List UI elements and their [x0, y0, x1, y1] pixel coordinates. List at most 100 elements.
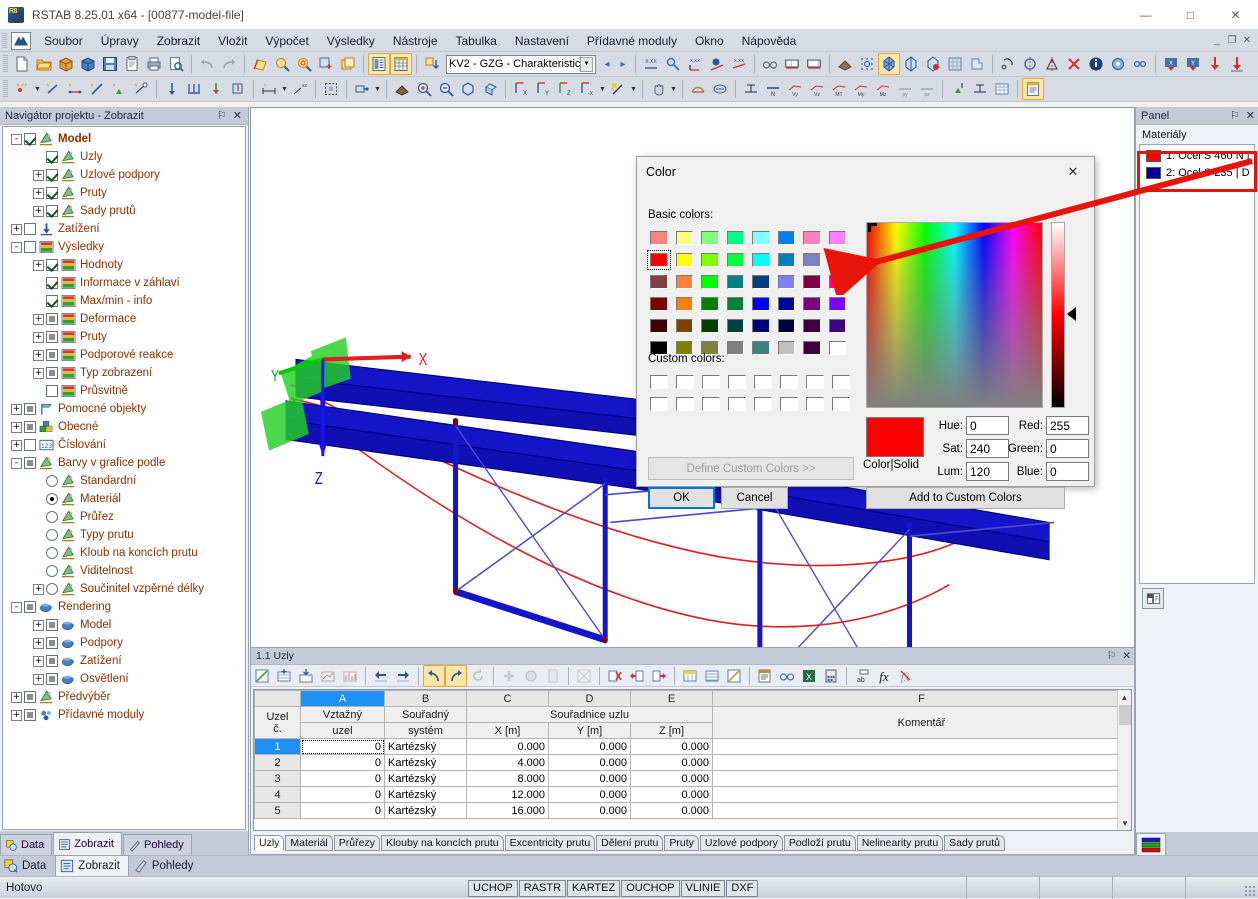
add-to-custom-colors-button[interactable]: Add to Custom Colors	[866, 487, 1065, 509]
zoom-all-button[interactable]	[457, 78, 479, 100]
cell-y[interactable]: 0.000	[548, 754, 631, 771]
load-down-button[interactable]	[1204, 53, 1226, 75]
table-row[interactable]: 1 0 Kartézský 0.000 0.000 0.000	[254, 738, 1131, 755]
basic-color-swatch[interactable]	[648, 317, 670, 335]
dimension-button[interactable]	[258, 78, 280, 100]
tree-expander[interactable]: +	[33, 205, 44, 217]
tree-checkbox[interactable]	[24, 241, 36, 253]
basic-color-swatch[interactable]	[725, 295, 747, 313]
cell-x[interactable]: 4.000	[466, 754, 549, 771]
table-tab-prurezy[interactable]: Průřezy	[333, 835, 380, 851]
basic-color-swatch[interactable]	[801, 251, 823, 269]
tree-item-osv-tlen[interactable]: + Osvětlení	[3, 670, 245, 688]
basic-color-swatch[interactable]	[725, 251, 747, 269]
cell-z[interactable]: 0.000	[630, 770, 713, 787]
table-prev-button[interactable]	[370, 665, 392, 687]
mdi-minimize-button[interactable]: _	[1210, 35, 1224, 46]
custom-color-swatch[interactable]	[830, 373, 852, 391]
tree-item-sou-initel-vzp-rn-d-lky[interactable]: + Součinitel vzpěrné délky	[3, 580, 245, 598]
tree-radio[interactable]	[46, 565, 58, 577]
cell-z[interactable]: 0.000	[630, 738, 713, 755]
basic-color-swatch[interactable]	[699, 251, 721, 269]
tree-radio[interactable]	[46, 511, 58, 523]
basic-color-swatch[interactable]	[699, 295, 721, 313]
result-line-button[interactable]	[969, 78, 991, 100]
menu-zobrazit[interactable]: Zobrazit	[148, 32, 209, 50]
table-tab-sady-prutu[interactable]: Sady prutů	[944, 835, 1005, 851]
tree-expander[interactable]: +	[11, 439, 22, 451]
cell-ref-node[interactable]: 0	[300, 802, 385, 819]
row-number[interactable]: 4	[254, 786, 301, 803]
view-tab-data[interactable]: Data	[0, 856, 54, 876]
structure-grid-button[interactable]	[944, 53, 966, 75]
print-preview-button[interactable]	[165, 53, 187, 75]
basic-color-swatch[interactable]	[776, 295, 798, 313]
custom-color-swatch[interactable]	[752, 373, 774, 391]
table-scrollbar[interactable]: ▲ ▼	[1117, 690, 1131, 830]
custom-color-swatch[interactable]	[700, 395, 722, 413]
basic-color-swatch[interactable]	[699, 229, 721, 247]
nav-tab-pohledy[interactable]: Pohledy	[123, 834, 192, 855]
snap-uchop[interactable]: UCHOP	[468, 879, 518, 897]
basic-color-swatch[interactable]	[801, 273, 823, 291]
diagram-py-button[interactable]: py	[894, 78, 916, 100]
diagram-base-button[interactable]	[740, 78, 762, 100]
color-preview-swatch[interactable]	[866, 417, 924, 457]
edit-model-button[interactable]	[249, 53, 271, 75]
col-letter-d[interactable]: D	[548, 690, 631, 707]
pan-dropdown[interactable]: ▼	[669, 78, 678, 100]
cell-ref-node[interactable]: 0	[300, 786, 385, 803]
zoom-out-button[interactable]	[435, 78, 457, 100]
tree-expander[interactable]: +	[33, 367, 44, 379]
open-file-button[interactable]	[33, 53, 55, 75]
table-calculator-button[interactable]	[820, 665, 842, 687]
basic-color-swatch[interactable]	[801, 295, 823, 313]
view-tab-zobrazit[interactable]: Zobrazit	[55, 855, 129, 876]
table-info-button[interactable]	[542, 665, 564, 687]
tree-checkbox[interactable]	[24, 601, 36, 613]
table-tab-uzly[interactable]: Uzly	[254, 835, 285, 851]
table-edit-cell-button[interactable]	[723, 665, 745, 687]
basic-color-swatch[interactable]	[750, 251, 772, 269]
basic-color-swatch[interactable]	[750, 229, 772, 247]
table-edit-button[interactable]	[251, 665, 273, 687]
table-insert-row-button[interactable]	[273, 665, 295, 687]
table-tab-material[interactable]: Materiál	[285, 835, 333, 851]
copy-move-button[interactable]	[351, 78, 373, 100]
model-view-button[interactable]	[878, 53, 900, 75]
tree-expander[interactable]: -	[11, 133, 22, 145]
result-diagram-button[interactable]	[706, 53, 728, 75]
mdi-restore-button[interactable]: ❐	[1225, 35, 1239, 46]
pin-icon[interactable]: ⚐	[1230, 109, 1240, 122]
scroll-thumb[interactable]	[1119, 705, 1131, 725]
menu-okno[interactable]: Okno	[686, 32, 733, 50]
tree-item-barvy-v-grafice-podle[interactable]: - Barvy v grafice podle	[3, 454, 245, 472]
tree-item-typy-prutu[interactable]: Typy prutu	[3, 526, 245, 544]
table-function-button[interactable]: fx	[873, 665, 895, 687]
col-letter-b[interactable]: B	[384, 690, 467, 707]
nav-tab-data[interactable]: Data	[0, 834, 53, 855]
close-icon[interactable]: ✕	[1052, 158, 1094, 187]
table-delete-right-button[interactable]	[648, 665, 670, 687]
basic-color-swatch[interactable]	[725, 273, 747, 291]
tree-item-viditelnost[interactable]: Viditelnost	[3, 562, 245, 580]
undo-button[interactable]	[196, 53, 218, 75]
cell-comment[interactable]	[712, 770, 1131, 787]
chevron-down-icon[interactable]: ▼	[580, 56, 593, 72]
tree-checkbox[interactable]	[46, 313, 58, 325]
custom-color-swatch[interactable]	[778, 395, 800, 413]
custom-color-swatch[interactable]	[804, 373, 826, 391]
table-tab-klouby[interactable]: Klouby na koncích prutu	[380, 835, 504, 851]
tree-item-p-davn-moduly[interactable]: + Přídavné moduly	[3, 706, 245, 724]
basic-color-swatch[interactable]	[776, 229, 798, 247]
tree-item-pruty[interactable]: + Pruty	[3, 184, 245, 202]
cell-coord-system[interactable]: Kartézský	[384, 802, 467, 819]
snap-vlinie[interactable]: VLINIE	[680, 879, 726, 897]
tree-expander[interactable]: +	[11, 421, 22, 433]
tree-item-pruty[interactable]: + Pruty	[3, 328, 245, 346]
result-section-button[interactable]: X.XX	[684, 53, 706, 75]
menu-grip[interactable]	[2, 32, 7, 49]
new-node-button[interactable]	[11, 78, 33, 100]
color-spectrum-picker[interactable]	[866, 222, 1043, 408]
table-function-delete-button[interactable]: fx	[895, 665, 917, 687]
